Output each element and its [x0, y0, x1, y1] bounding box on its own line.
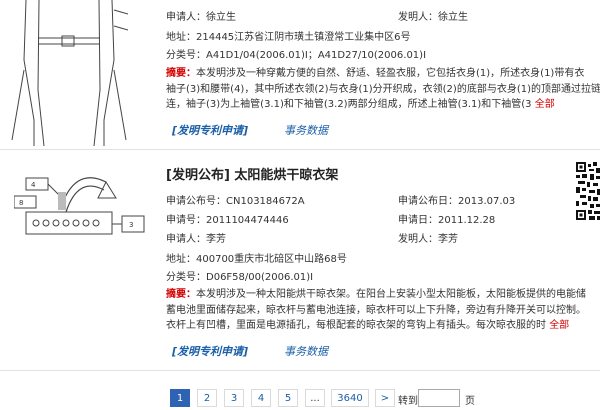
applicant-value: 李芳	[206, 234, 226, 245]
goto-label: 转到	[398, 396, 418, 407]
address-label: 地址：	[166, 32, 196, 43]
class-label: 分类号：	[166, 50, 206, 61]
class-label: 分类号：	[166, 272, 206, 283]
abstract-line: 蓄电池里面储存起来，晾衣杆与蓄电池连接，晾衣杆可以上下升降，旁边有升降开关可以控…	[166, 304, 586, 316]
transaction-data-link[interactable]: 事务数据	[284, 343, 328, 359]
address-value: 400700重庆市北碚区中山路68号	[196, 254, 347, 265]
class-value: A41D1/04(2006.01)I；A41D27/10(2006.01)I	[206, 50, 427, 61]
page-5-button[interactable]: 5	[278, 389, 298, 407]
pubno-label: 申请公布号：	[166, 196, 226, 207]
inventor-value: 李芳	[438, 234, 458, 245]
appno-value: 2011104474446	[206, 215, 289, 226]
transaction-data-link[interactable]: 事务数据	[284, 122, 328, 138]
appno-label: 申请号：	[166, 215, 206, 226]
page-ellipsis: ...	[305, 389, 325, 407]
result-1-thumbnail[interactable]	[4, 0, 134, 146]
pubdate-value: 2013.07.03	[458, 196, 516, 207]
result-2: 4 8 3 [发明公布] 太阳能烘干晾衣架 申请公布号：CN103184672A…	[0, 150, 600, 370]
figure-label: 3	[129, 221, 133, 229]
abstract-label: 摘要：	[166, 68, 196, 79]
more-link[interactable]: 全部	[535, 99, 555, 110]
abstract: 摘要：本发明涉及一种穿戴方便的自然、舒适、轻盈衣服，它包括衣身(1)，所述衣身(…	[166, 66, 600, 113]
abstract-line: 本发明涉及一种穿戴方便的自然、舒适、轻盈衣服，它包括衣身(1)，所述衣身(1)带…	[196, 68, 585, 79]
class-value: D06F58/00(2006.01)I	[206, 272, 314, 283]
inventor-value: 徐立生	[438, 12, 468, 23]
page-1-button[interactable]: 1	[170, 389, 190, 407]
patent-application-link[interactable]: [发明专利申请]	[172, 343, 248, 359]
patent-application-link[interactable]: [发明专利申请]	[172, 122, 248, 138]
appdate-label: 申请日：	[398, 215, 438, 226]
abstract: 摘要：本发明涉及一种太阳能烘干晾衣架。在阳台上安装小型太阳能板，太阳能板提供的电…	[166, 287, 600, 334]
page-3-button[interactable]: 3	[224, 389, 244, 407]
figure-label: 4	[31, 181, 36, 189]
next-page-button[interactable]: >	[375, 389, 395, 407]
page-suffix-label: 页	[465, 396, 475, 407]
address-label: 地址：	[166, 254, 196, 265]
inventor-label: 发明人：	[398, 234, 438, 245]
applicant-label: 申请人：	[166, 234, 206, 245]
goto-page-input[interactable]	[418, 389, 460, 407]
appdate-value: 2011.12.28	[438, 215, 496, 226]
abstract-line: 连，袖子(3)为上袖管(3.1)和下袖管(3.2)两部分组成，所述上袖管(3.1…	[166, 99, 532, 110]
result-2-thumbnail[interactable]: 4 8 3	[14, 162, 148, 242]
more-link[interactable]: 全部	[549, 320, 569, 331]
inventor-label: 发明人：	[398, 12, 438, 23]
figure-label: 8	[19, 199, 23, 207]
page-4-button[interactable]: 4	[251, 389, 271, 407]
result-divider	[0, 370, 600, 371]
qr-code-icon	[576, 162, 600, 220]
pagination	[0, 380, 600, 410]
result-title[interactable]: [发明公布] 太阳能烘干晾衣架	[166, 164, 338, 183]
pubdate-label: 申请公布日：	[398, 196, 458, 207]
result-1: 申请人：徐立生 发明人：徐立生 地址：214445江苏省江阴市璜土镇澄常工业集中…	[0, 0, 600, 150]
abstract-line: 衣杆上有凹槽，里面是电源插孔，每根配套的晾衣架的弯钩上有插头。每次晾衣服的时	[166, 320, 546, 331]
abstract-line: 袖子(3)和腰带(4)，其中所述衣领(2)与衣身(1)分开织成，衣领(2)的底部…	[166, 83, 600, 95]
last-page-button[interactable]: 3640	[331, 389, 369, 407]
applicant-label: 申请人：	[166, 12, 206, 23]
pubno-value: CN103184672A	[226, 196, 305, 207]
page-2-button[interactable]: 2	[197, 389, 217, 407]
abstract-line: 本发明涉及一种太阳能烘干晾衣架。在阳台上安装小型太阳能板，太阳能板提供的电能储	[196, 289, 586, 300]
abstract-label: 摘要：	[166, 289, 196, 300]
applicant-value: 徐立生	[206, 12, 236, 23]
address-value: 214445江苏省江阴市璜土镇澄常工业集中区6号	[196, 32, 411, 43]
